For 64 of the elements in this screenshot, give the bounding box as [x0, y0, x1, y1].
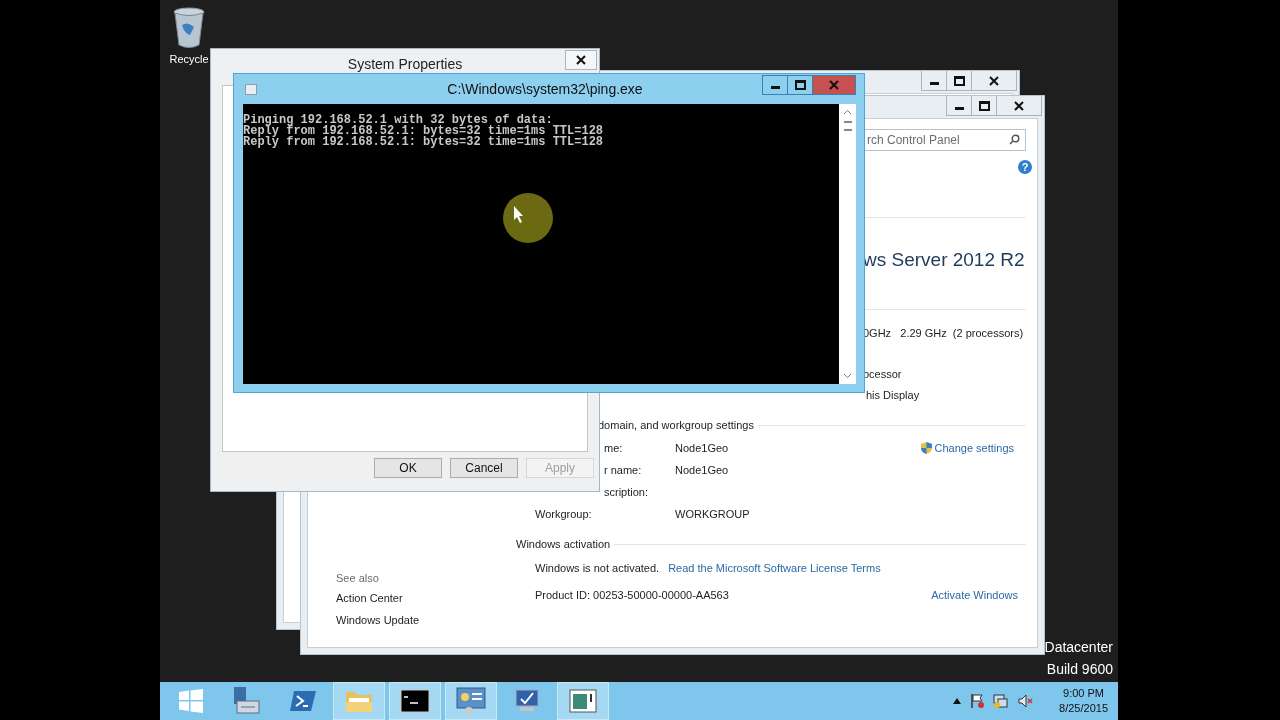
- close-icon: [989, 75, 999, 86]
- taskbar-button[interactable]: [389, 682, 441, 720]
- see-also-link[interactable]: Action Center: [336, 590, 516, 606]
- clock-date: 8/25/2015: [1059, 701, 1108, 716]
- console-icon: [245, 83, 257, 95]
- field-value: Node1Geo: [675, 463, 729, 478]
- close-icon: [1014, 100, 1024, 111]
- system-info-text: ocessor: [863, 368, 902, 380]
- close-icon: [829, 80, 839, 90]
- field-label: r name:: [604, 464, 642, 476]
- change-settings-link[interactable]: Change settings: [919, 440, 1014, 456]
- window-title: System Properties: [347, 55, 463, 72]
- scroll-down-icon[interactable]: [843, 373, 852, 379]
- activation-status: Windows is not activated.: [535, 561, 660, 576]
- close-button[interactable]: [971, 71, 1017, 91]
- edition-text: Datacenter: [1044, 638, 1113, 657]
- product-id: Product ID: 00253-50000-00000-AA563: [535, 588, 729, 603]
- desktop-icon-label[interactable]: Recycle: [169, 53, 209, 65]
- field-label: Workgroup:: [535, 508, 592, 520]
- field-value: Node1Geo: [675, 441, 729, 456]
- activate-windows-link[interactable]: Activate Windows: [931, 587, 1018, 603]
- close-button[interactable]: [996, 96, 1042, 116]
- see-also-link[interactable]: Windows Update: [336, 612, 516, 628]
- help-button[interactable]: ?: [1018, 160, 1032, 174]
- terminal-prompt-icon: [289, 689, 317, 713]
- field-label: me:: [604, 442, 623, 454]
- control-panel-icon: [455, 686, 487, 716]
- system-info-text: his Display: [866, 389, 920, 401]
- scrollbar[interactable]: [839, 104, 856, 384]
- console-output-line: Reply from 192.168.52.1: bytes=32 time=1ms TTL=128: [243, 137, 605, 148]
- edition-text: Build 9600: [1046, 660, 1113, 679]
- close-button[interactable]: [565, 50, 597, 70]
- window-icon: [569, 689, 597, 713]
- minimize-button[interactable]: [921, 71, 947, 91]
- speaker-icon[interactable]: [1017, 693, 1034, 709]
- search-field[interactable]: rch Control Panel: [864, 129, 1026, 151]
- minimize-button[interactable]: [762, 75, 788, 95]
- shield-icon: [919, 441, 933, 455]
- console-icon: [400, 689, 430, 713]
- server-icon: [231, 686, 263, 716]
- field-value: WORKGROUP: [675, 507, 750, 522]
- minimize-button[interactable]: [946, 96, 972, 116]
- network-icon[interactable]: [993, 693, 1010, 709]
- flag-icon[interactable]: [969, 693, 986, 709]
- search-icon: [1009, 134, 1020, 145]
- recycle-bin-icon[interactable]: [172, 7, 206, 49]
- field-label: scription:: [604, 486, 649, 498]
- console-output-line: Pinging 192.168.52.1 with 32 bytes of data:: [243, 115, 553, 126]
- dialog-button[interactable]: Cancel: [450, 458, 518, 478]
- license-terms-link[interactable]: Read the Microsoft Software License Terms: [668, 560, 881, 576]
- window-title: C:\Windows\system32\ping.exe: [446, 81, 644, 97]
- cursor-icon: [502, 192, 554, 244]
- taskbar-clock[interactable]: 9:00 PM 8/25/2015: [1059, 686, 1108, 716]
- clock-time: 9:00 PM: [1063, 686, 1104, 701]
- section-heading: Windows activation: [516, 537, 611, 552]
- show-hidden-icons-icon[interactable]: [953, 698, 962, 704]
- scroll-up-icon[interactable]: [843, 109, 852, 115]
- scroll-grip-icon[interactable]: [843, 121, 852, 131]
- section-heading: See also: [336, 572, 380, 584]
- console-output-line: Reply from 192.168.52.1: bytes=32 time=1ms TTL=128: [243, 126, 605, 137]
- windows-logo-icon: [178, 688, 204, 714]
- close-icon: [576, 55, 586, 65]
- dialog-button[interactable]: OK: [374, 458, 442, 478]
- maximize-button[interactable]: [787, 75, 813, 95]
